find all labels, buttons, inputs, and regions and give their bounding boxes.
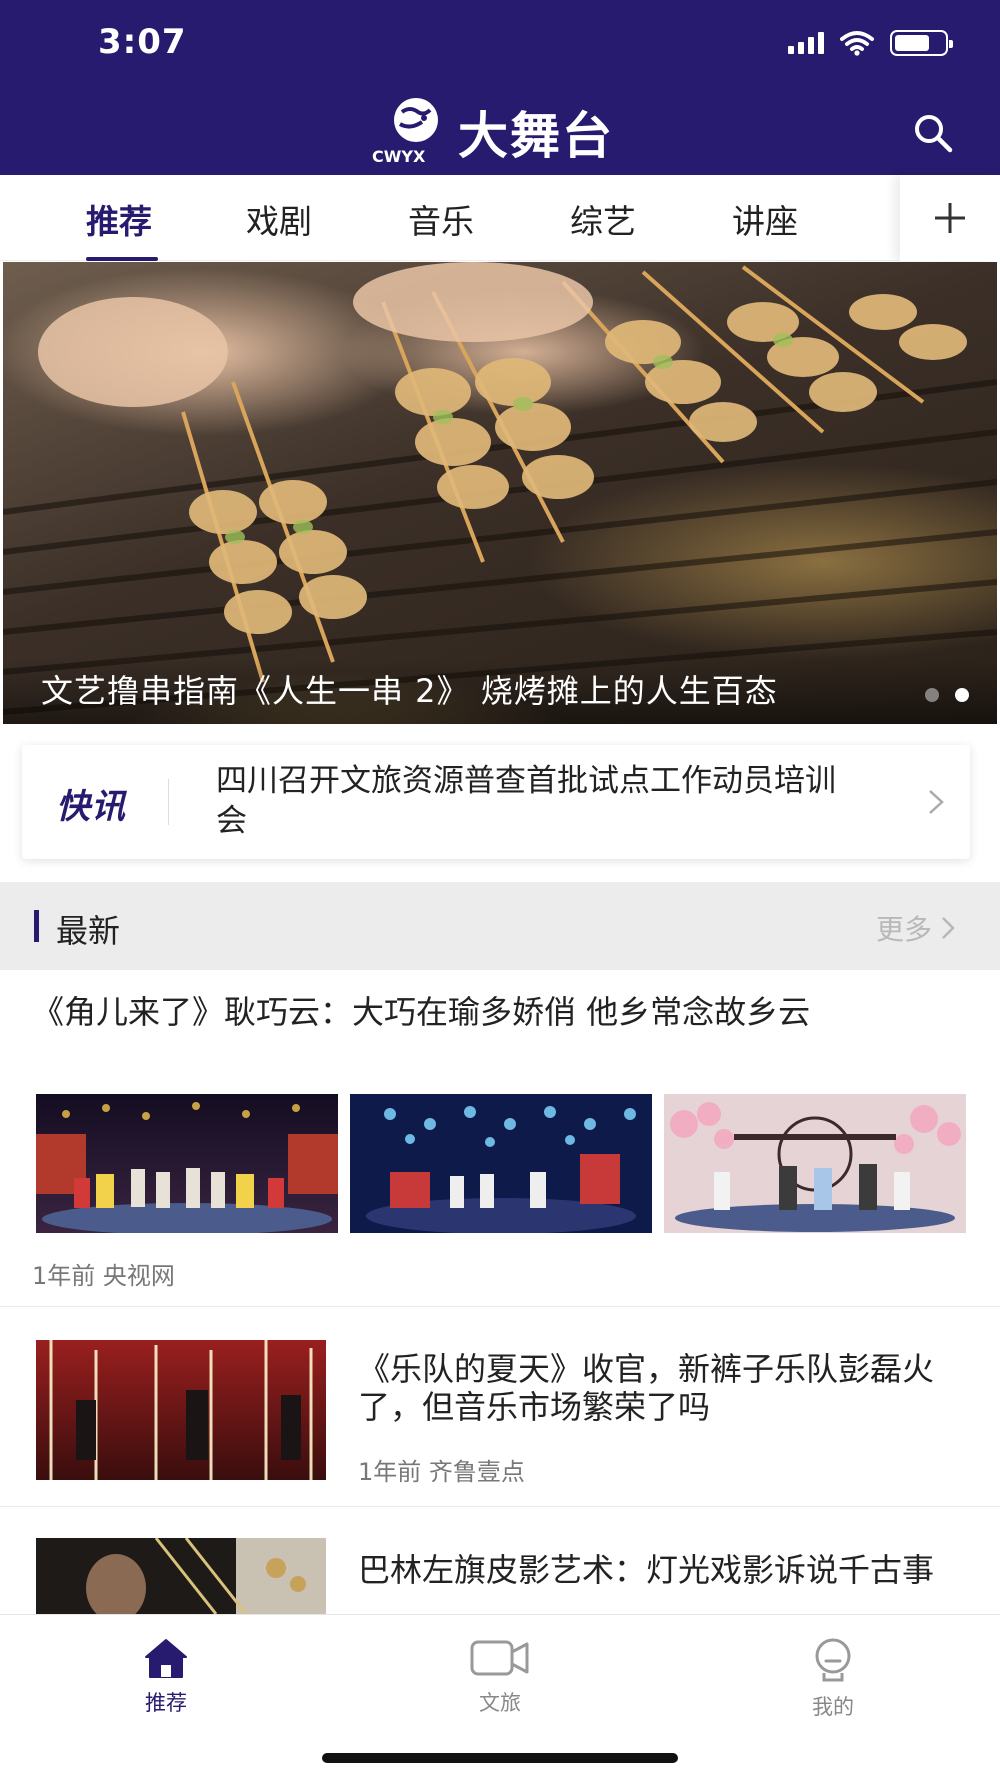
banner-image (3, 262, 997, 715)
nav-label: 推荐 (145, 1691, 187, 1715)
news-flash-card[interactable]: 快讯 四川召开文旅资源普查首批试点工作动员培训会 (22, 745, 970, 859)
article-thumbnail[interactable] (36, 1340, 326, 1480)
divider (0, 1506, 1000, 1507)
plus-icon (935, 203, 965, 233)
active-tab-indicator (86, 257, 158, 261)
home-indicator (322, 1753, 678, 1763)
search-button[interactable] (910, 110, 956, 156)
tab-drama[interactable]: 戏剧 (246, 195, 312, 243)
article-meta: 1年前 齐鲁壹点 (358, 1458, 525, 1486)
more-link[interactable]: 更多 (876, 908, 956, 948)
search-icon (915, 115, 953, 153)
carousel-dot[interactable] (925, 688, 939, 702)
divider (0, 1306, 1000, 1307)
article-thumbnail[interactable] (350, 1094, 652, 1233)
article-title[interactable]: 巴林左旗皮影艺术：灯光戏影诉说千古事 (358, 1551, 958, 1589)
section-title: 最新 (56, 912, 121, 950)
signal-icon (788, 32, 824, 54)
section-accent-bar (34, 910, 39, 942)
tab-recommend[interactable]: 推荐 (86, 195, 152, 243)
nav-culture-travel[interactable]: 文旅 (440, 1637, 560, 1717)
chevron-right-icon (942, 917, 955, 939)
logo-text: 大舞台 (458, 107, 614, 165)
article-meta: 1年前 央视网 (32, 1262, 175, 1290)
article-thumbnail[interactable] (36, 1094, 338, 1233)
nav-recommend[interactable]: 推荐 (106, 1637, 226, 1717)
banner-carousel[interactable]: 文艺撸串指南《人生一串 2》 烧烤摊上的人生百态 (3, 262, 997, 724)
article-title[interactable]: 《角儿来了》耿巧云：大巧在瑜多娇俏 他乡常念故乡云 (32, 993, 972, 1031)
carousel-dots (925, 688, 969, 702)
tab-music[interactable]: 音乐 (408, 195, 474, 243)
carousel-dot-active[interactable] (955, 688, 969, 702)
nav-label: 我的 (812, 1695, 854, 1719)
divider (168, 779, 169, 825)
user-icon (815, 1638, 851, 1682)
news-flash-tag: 快讯 (56, 787, 126, 827)
article-title[interactable]: 《乐队的夏天》收官，新裤子乐队彭磊火了，但音乐市场繁荣了吗 (358, 1350, 958, 1426)
add-tab-button[interactable] (900, 175, 1000, 261)
logo-mark-icon: CWYX (372, 96, 456, 168)
category-tabs: 推荐 戏剧 音乐 综艺 讲座 (0, 175, 1000, 261)
video-camera-icon (470, 1640, 529, 1676)
chevron-right-icon (929, 790, 944, 814)
article-thumbnail[interactable] (36, 1538, 326, 1614)
status-time: 3:07 (98, 22, 187, 62)
latest-section-header: 最新 更多 (0, 882, 1000, 970)
tab-lecture[interactable]: 讲座 (732, 195, 798, 243)
more-label: 更多 (875, 913, 932, 946)
nav-profile[interactable]: 我的 (773, 1637, 893, 1721)
app-logo: CWYX 大舞台 (372, 96, 614, 168)
app-header: 3:07 CWYX 大舞台 (0, 0, 1000, 175)
nav-label: 文旅 (479, 1691, 521, 1715)
home-icon (145, 1639, 187, 1678)
status-icons (788, 30, 953, 56)
logo-sub: CWYX (372, 147, 426, 166)
battery-icon (890, 30, 953, 56)
banner-title: 文艺撸串指南《人生一串 2》 烧烤摊上的人生百态 (41, 672, 778, 710)
article-thumbnail[interactable] (664, 1094, 966, 1233)
tab-variety[interactable]: 综艺 (570, 195, 636, 243)
wifi-icon (840, 31, 874, 56)
news-flash-text: 四川召开文旅资源普查首批试点工作动员培训会 (216, 763, 836, 839)
